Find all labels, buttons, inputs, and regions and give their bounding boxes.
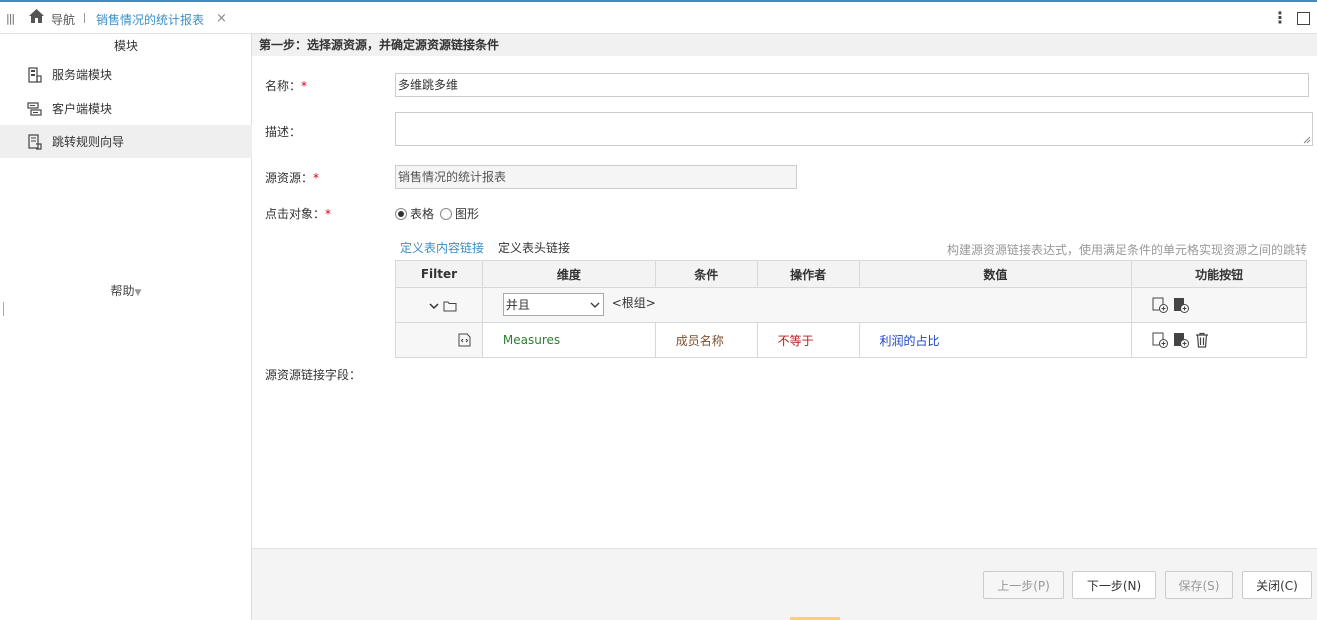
header-dimension: 维度 (481, 260, 656, 288)
radio-chart-label: 图形 (455, 207, 480, 221)
add-group-icon[interactable] (1173, 332, 1190, 348)
client-module-icon (27, 101, 42, 116)
name-label: 名称：* (265, 77, 307, 94)
tab-header-link[interactable]: 定义表头链接 (493, 240, 575, 262)
group-actions-cell (1131, 287, 1307, 323)
prev-button[interactable]: 上一步(P) (983, 571, 1064, 599)
source-label-text: 源资源： (265, 171, 314, 185)
click-target-label: 点击对象：* (265, 205, 331, 222)
save-button[interactable]: 保存(S) (1165, 571, 1233, 599)
group-row: 并且 <根组> (395, 287, 1307, 323)
next-button[interactable]: 下一步(N) (1072, 571, 1156, 599)
jump-rule-icon (28, 133, 42, 150)
tab-separator (84, 13, 85, 23)
click-target-radio-group: 表格 图形 (395, 205, 485, 222)
close-icon[interactable]: × (216, 11, 227, 26)
top-tab-bar: ||| 导航 销售情况的统计报表 × ⋮ (0, 0, 1317, 34)
radio-chart[interactable] (440, 207, 453, 220)
logic-select[interactable]: 并且 (502, 293, 604, 316)
required-mark: * (313, 171, 320, 185)
close-button[interactable]: 关闭(C) (1242, 571, 1312, 599)
tab-hint: 构建源资源链接表达式，使用满足条件的单元格实现资源之间的跳转 (946, 243, 1307, 257)
menu-icon[interactable]: ||| (6, 12, 15, 25)
group-toggle-cell (395, 287, 483, 323)
sidebar-item-label: 跳转规则向导 (52, 135, 125, 149)
folder-icon (443, 301, 457, 311)
code-file-icon (458, 333, 471, 347)
help-toggle[interactable]: 帮助▼ (0, 282, 252, 299)
nav-home-label[interactable]: 导航 (51, 11, 75, 28)
add-group-icon[interactable] (1173, 297, 1190, 313)
condition-table: Filter 维度 条件 操作者 数值 功能按钮 并且 <根组> Measure… (395, 260, 1307, 358)
link-tabs: 定义表内容链接 定义表头链接 (395, 240, 579, 262)
row-type-cell (395, 322, 483, 358)
header-filter: Filter (395, 260, 483, 288)
row-actions-cell (1131, 322, 1307, 358)
source-resource-field[interactable]: 销售情况的统计报表 (395, 165, 797, 189)
server-module-icon (28, 66, 42, 83)
footer-bar: 上一步(P) 下一步(N) 保存(S) 关闭(C) (252, 548, 1317, 620)
maximize-icon[interactable] (1297, 12, 1310, 25)
sidebar: 模块 服务端模块 客户端模块 跳转规则向导 帮助▼ (0, 34, 252, 620)
header-operator: 操作者 (756, 260, 860, 288)
radio-table-label: 表格 (410, 207, 435, 221)
header-value: 数值 (858, 260, 1133, 288)
desc-textarea[interactable] (395, 112, 1313, 146)
table-row[interactable]: Measures 成员名称 不等于 利润的占比 (395, 322, 1307, 358)
sidebar-item-server-module[interactable]: 服务端模块 (0, 58, 252, 91)
chevron-down-icon (590, 302, 600, 308)
sidebar-item-jump-rule-wizard[interactable]: 跳转规则向导 (0, 125, 252, 158)
chevron-down-icon[interactable] (429, 301, 439, 311)
sidebar-title: 模块 (113, 39, 138, 53)
sidebar-item-label: 服务端模块 (52, 68, 113, 82)
step-title: 第一步：选择源资源，并确定源资源链接条件 (252, 34, 1317, 56)
main-panel: 第一步：选择源资源，并确定源资源链接条件 名称：* 多维跳多维 描述： 源资源：… (252, 34, 1317, 620)
resize-grip-icon[interactable] (1303, 136, 1311, 144)
trash-icon[interactable] (1194, 332, 1210, 348)
row-value[interactable]: 利润的占比 (858, 322, 1133, 358)
row-operator[interactable]: 不等于 (756, 322, 860, 358)
desc-label: 描述： (265, 125, 302, 139)
click-target-label-text: 点击对象： (265, 207, 326, 221)
tab-report[interactable]: 销售情况的统计报表 (96, 11, 204, 28)
link-field-label: 源资源链接字段： (265, 368, 362, 382)
name-label-text: 名称： (265, 79, 302, 93)
sidebar-item-label: 客户端模块 (52, 102, 113, 116)
row-condition[interactable]: 成员名称 (654, 322, 758, 358)
radio-table[interactable] (395, 207, 407, 220)
logic-select-value: 并且 (505, 298, 530, 312)
source-label: 源资源：* (265, 169, 319, 186)
header-condition: 条件 (654, 260, 758, 288)
header-actions: 功能按钮 (1131, 260, 1307, 288)
help-label: 帮助 (110, 284, 135, 298)
add-condition-icon[interactable] (1152, 297, 1169, 313)
caret-down-icon: ▼ (134, 288, 142, 298)
name-input[interactable]: 多维跳多维 (395, 73, 1309, 97)
group-logic-cell: 并且 <根组> (481, 287, 1133, 323)
tab-content-link[interactable]: 定义表内容链接 (395, 240, 490, 262)
sidebar-item-client-module[interactable]: 客户端模块 (0, 92, 252, 125)
row-dimension[interactable]: Measures (481, 322, 656, 358)
sidebar-resize-handle[interactable] (3, 302, 4, 316)
home-icon[interactable] (28, 8, 45, 24)
required-mark: * (325, 207, 332, 221)
root-group-label: <根组> (611, 296, 656, 310)
add-condition-icon[interactable] (1152, 332, 1169, 348)
more-options-icon[interactable]: ⋮ (1272, 8, 1288, 27)
required-mark: * (301, 79, 308, 93)
